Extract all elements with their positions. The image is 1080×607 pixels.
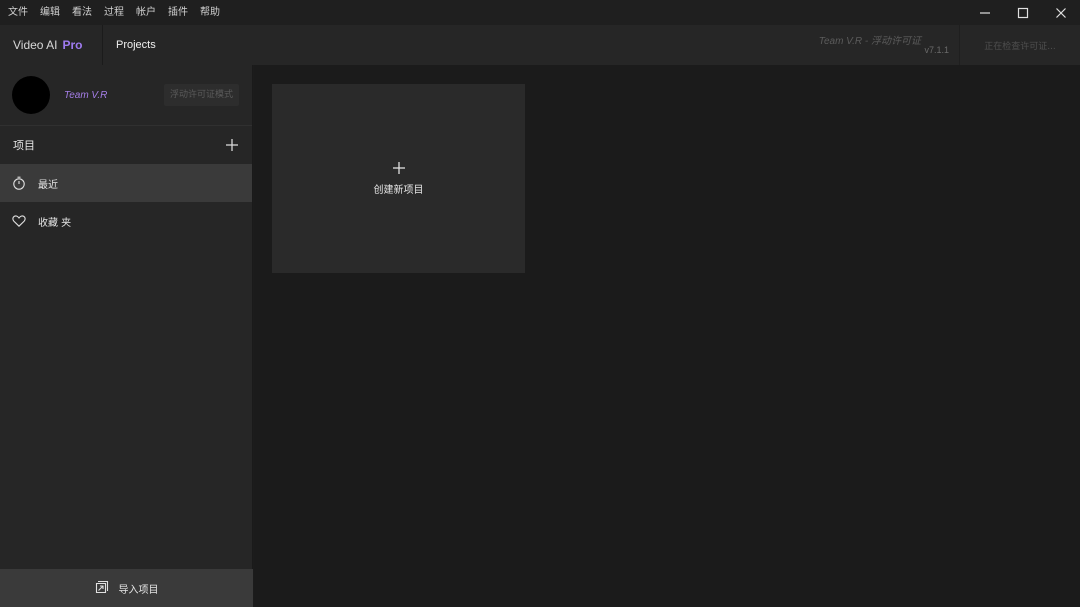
plus-icon [226,139,238,151]
menu-edit[interactable]: 编辑 [40,0,60,25]
plus-icon [392,162,405,174]
sidebar-item-label: 收藏 夹 [38,217,72,229]
create-project-card[interactable]: 创建新项目 [272,84,525,273]
license-mode-badge[interactable]: 浮动许可证模式 [163,84,239,106]
window-controls [966,0,1080,25]
menu-plugins[interactable]: 插件 [168,0,188,25]
menu-items: 文件 编辑 看法 过程 帐户 插件 帮助 [0,0,232,25]
import-project-label: 导入项目 [118,584,159,596]
sidebar: Team V.R 浮动许可证模式 项目 最近 收藏 夹 导入项目 [0,65,253,607]
profile-name: Team V.R [64,89,108,101]
app-header: Video AI Pro Projects Team V.R - 浮动许可证 v… [0,25,1080,65]
brand-name: Video AI [13,38,58,52]
avatar[interactable] [12,76,50,114]
license-info: Team V.R - 浮动许可证 v7.1.1 [819,25,959,65]
profile-panel: Team V.R 浮动许可证模式 [0,65,252,126]
close-button[interactable] [1042,0,1080,25]
menu-bar: 文件 编辑 看法 过程 帐户 插件 帮助 [0,0,1080,25]
minimize-icon [980,11,990,14]
menu-account[interactable]: 帐户 [136,0,156,25]
main-content: 创建新项目 [254,65,1080,607]
projects-section-header: 项目 [0,126,252,164]
menu-process[interactable]: 过程 [104,0,124,25]
import-project-button[interactable]: 导入项目 [0,569,253,607]
version-label: v7.1.1 [924,45,949,55]
license-status: 正在检查许可证... [959,25,1080,65]
close-icon [1056,7,1066,18]
import-icon [95,579,109,598]
projects-section-title: 项目 [13,139,35,152]
minimize-button[interactable] [966,0,1004,25]
license-team-label: Team V.R - 浮动许可证 [818,36,921,47]
maximize-icon [1017,7,1029,18]
add-project-button[interactable] [224,137,240,153]
brand-logo: Video AI Pro [0,25,103,65]
sidebar-item-label: 最近 [38,179,58,191]
nav-projects-tab[interactable]: Projects [103,39,156,51]
menu-file[interactable]: 文件 [8,0,28,25]
menu-view[interactable]: 看法 [72,0,92,25]
timer-icon [12,176,26,190]
sidebar-item-recent[interactable]: 最近 [0,164,252,202]
sidebar-item-favorites[interactable]: 收藏 夹 [0,202,252,240]
brand-tier: Pro [62,38,83,52]
menu-help[interactable]: 帮助 [200,0,220,25]
heart-icon [12,214,26,228]
create-project-label: 创建新项目 [373,185,424,196]
maximize-button[interactable] [1004,0,1042,25]
